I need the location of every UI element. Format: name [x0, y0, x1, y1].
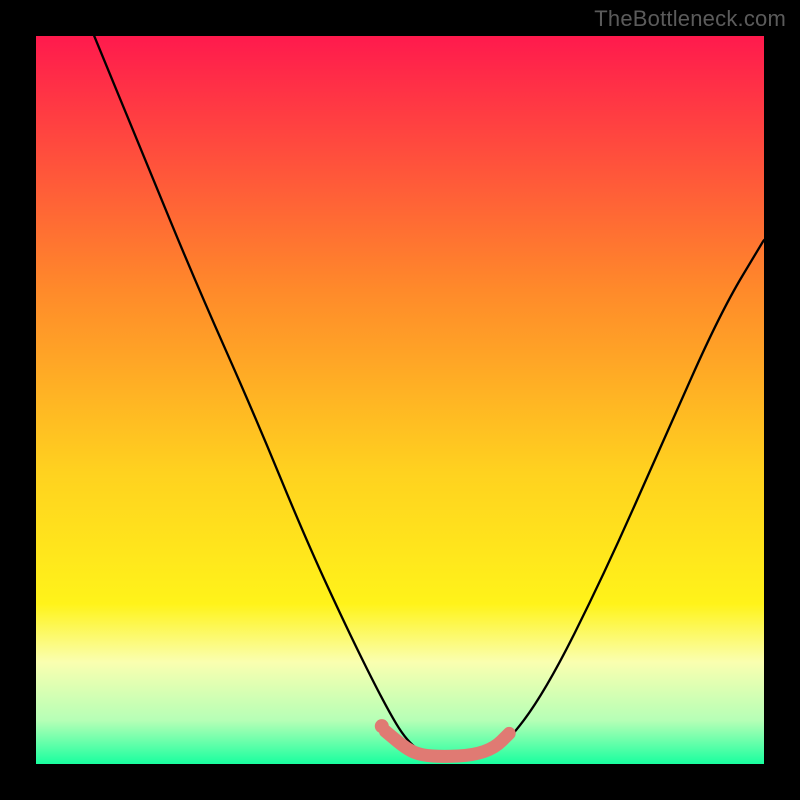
plot-area: [36, 36, 764, 764]
gradient-bg: [36, 36, 764, 764]
chart-frame: TheBottleneck.com: [0, 0, 800, 800]
watermark-text: TheBottleneck.com: [594, 6, 786, 32]
highlight-dot: [375, 719, 389, 733]
chart-svg: [36, 36, 764, 764]
